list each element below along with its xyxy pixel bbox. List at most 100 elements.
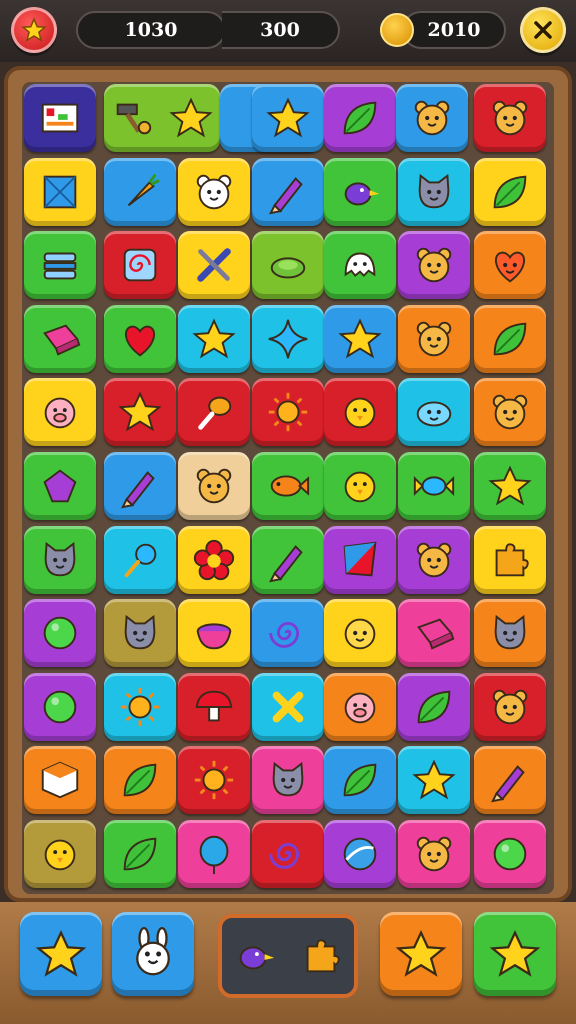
game-tile[interactable] bbox=[474, 452, 546, 520]
game-tile[interactable] bbox=[178, 820, 250, 888]
star-icon bbox=[192, 318, 236, 359]
game-tile[interactable] bbox=[178, 672, 250, 741]
game-tile[interactable] bbox=[24, 672, 96, 741]
game-tile[interactable] bbox=[104, 378, 176, 447]
game-tile[interactable] bbox=[104, 820, 176, 888]
swirl-icon bbox=[269, 622, 300, 649]
game-tile[interactable] bbox=[24, 746, 96, 815]
game-tile[interactable] bbox=[252, 378, 324, 447]
game-tile[interactable] bbox=[474, 599, 546, 668]
game-tile[interactable] bbox=[396, 84, 468, 152]
game-tile[interactable] bbox=[398, 378, 470, 447]
game-tile[interactable] bbox=[474, 820, 546, 888]
game-tile[interactable] bbox=[178, 599, 250, 668]
active-booster-slot[interactable] bbox=[218, 914, 358, 998]
game-tile[interactable] bbox=[324, 672, 396, 741]
game-tile[interactable] bbox=[104, 84, 220, 152]
crayon-icon bbox=[269, 176, 303, 215]
game-tile[interactable] bbox=[324, 378, 396, 447]
game-tile[interactable] bbox=[324, 746, 396, 815]
bird-icon bbox=[239, 946, 275, 970]
game-tile[interactable] bbox=[24, 157, 96, 226]
game-tile[interactable] bbox=[324, 231, 396, 300]
favorites-button[interactable] bbox=[11, 7, 57, 53]
game-tile[interactable] bbox=[24, 820, 96, 888]
game-tile[interactable] bbox=[104, 599, 176, 668]
game-tile[interactable] bbox=[24, 525, 96, 594]
game-tile[interactable] bbox=[474, 231, 546, 300]
game-tile[interactable] bbox=[252, 525, 324, 594]
bear-icon bbox=[416, 247, 452, 283]
game-tile[interactable] bbox=[24, 378, 96, 447]
booster-button[interactable] bbox=[380, 912, 462, 996]
game-tile[interactable] bbox=[178, 452, 250, 520]
game-tile[interactable] bbox=[398, 672, 470, 741]
game-tile[interactable] bbox=[474, 525, 546, 594]
game-tile[interactable] bbox=[104, 231, 176, 300]
game-tile[interactable] bbox=[324, 820, 396, 888]
game-tile[interactable] bbox=[398, 525, 470, 594]
close-button[interactable] bbox=[520, 7, 566, 53]
game-tile[interactable] bbox=[324, 452, 396, 520]
game-tile[interactable] bbox=[178, 746, 250, 815]
game-tile[interactable] bbox=[24, 304, 96, 373]
coin-icon bbox=[380, 13, 414, 47]
sandwich-icon bbox=[43, 252, 77, 280]
game-tile[interactable] bbox=[24, 84, 96, 152]
game-tile[interactable] bbox=[104, 452, 176, 520]
game-tile[interactable] bbox=[252, 599, 324, 668]
game-tile[interactable] bbox=[474, 304, 546, 373]
game-tile[interactable] bbox=[324, 525, 396, 594]
box-icon bbox=[43, 175, 77, 208]
game-tile[interactable] bbox=[104, 157, 176, 226]
cube-icon bbox=[41, 762, 79, 799]
game-tile[interactable] bbox=[178, 304, 250, 373]
game-tile[interactable] bbox=[474, 84, 546, 152]
ghost-icon bbox=[344, 252, 376, 278]
heart-face-icon bbox=[495, 251, 525, 283]
game-tile[interactable] bbox=[324, 304, 396, 373]
game-tile[interactable] bbox=[178, 231, 250, 300]
game-tile[interactable] bbox=[398, 452, 470, 520]
cat-icon bbox=[272, 762, 304, 797]
game-tile[interactable] bbox=[398, 746, 470, 815]
game-tile[interactable] bbox=[178, 525, 250, 594]
booster-button[interactable] bbox=[20, 912, 102, 996]
game-tile[interactable] bbox=[324, 157, 396, 226]
game-tile[interactable] bbox=[104, 525, 176, 594]
star-icon bbox=[266, 97, 310, 138]
game-tile[interactable] bbox=[104, 746, 176, 815]
game-tile[interactable] bbox=[252, 231, 324, 300]
game-tile[interactable] bbox=[398, 304, 470, 373]
game-tile[interactable] bbox=[324, 599, 396, 668]
game-tile[interactable] bbox=[474, 378, 546, 447]
wrench-icon bbox=[197, 248, 231, 282]
game-tile[interactable] bbox=[178, 157, 250, 226]
game-tile[interactable] bbox=[252, 672, 324, 741]
game-tile[interactable] bbox=[178, 378, 250, 447]
game-tile[interactable] bbox=[24, 452, 96, 520]
game-tile[interactable] bbox=[252, 746, 324, 815]
game-tile[interactable] bbox=[252, 304, 324, 373]
game-tile[interactable] bbox=[398, 599, 470, 668]
game-tile[interactable] bbox=[24, 231, 96, 300]
game-tile[interactable] bbox=[252, 452, 324, 520]
cross-icon bbox=[272, 691, 304, 723]
game-tile[interactable] bbox=[24, 599, 96, 668]
game-tile[interactable] bbox=[252, 820, 324, 888]
game-tile[interactable] bbox=[324, 84, 396, 152]
game-tile[interactable] bbox=[474, 746, 546, 815]
game-tile[interactable] bbox=[398, 157, 470, 226]
game-tile[interactable] bbox=[398, 820, 470, 888]
star-icon bbox=[118, 391, 162, 432]
game-tile[interactable] bbox=[398, 231, 470, 300]
booster-button[interactable] bbox=[474, 912, 556, 996]
game-tile[interactable] bbox=[474, 672, 546, 741]
crayon-icon bbox=[269, 544, 303, 583]
game-tile[interactable] bbox=[104, 672, 176, 741]
booster-button[interactable] bbox=[112, 912, 194, 996]
game-tile[interactable] bbox=[252, 84, 324, 152]
game-tile[interactable] bbox=[104, 304, 176, 373]
game-tile[interactable] bbox=[252, 157, 324, 226]
game-tile[interactable] bbox=[474, 157, 546, 226]
